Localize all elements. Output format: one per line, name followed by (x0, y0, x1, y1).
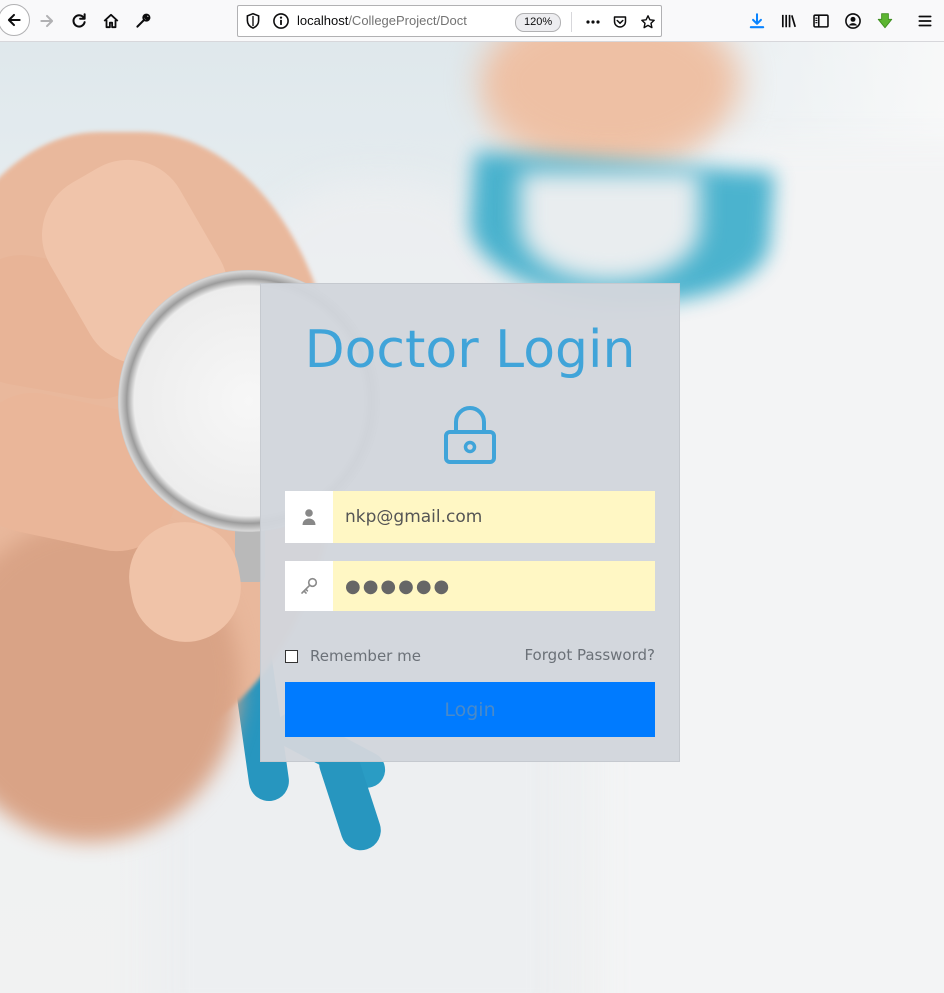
url-host: localhost (297, 13, 349, 28)
forward-button[interactable] (32, 6, 62, 36)
back-button[interactable] (0, 4, 30, 36)
reload-button[interactable] (64, 6, 94, 36)
background-shirt (520, 172, 700, 282)
password-field-group (285, 561, 655, 611)
page-viewport: Doctor Login Remember me Forgot Password… (0, 42, 944, 993)
sidebar-icon (813, 14, 829, 28)
shield-icon[interactable] (244, 12, 262, 30)
browser-toolbar: localhost/CollegeProject/Doct 120% (0, 0, 944, 42)
sidebar-button[interactable] (806, 6, 836, 36)
downloads-button[interactable] (742, 6, 772, 36)
green-download-icon (877, 13, 893, 29)
password-addon (285, 561, 333, 611)
zoom-level-badge[interactable]: 120% (515, 13, 562, 32)
user-icon (302, 509, 316, 525)
home-button[interactable] (96, 6, 126, 36)
login-button[interactable]: Login (285, 682, 655, 737)
page-actions-button[interactable] (583, 12, 603, 32)
bookmark-star-button[interactable] (638, 12, 658, 32)
star-icon (641, 15, 655, 29)
url-text[interactable]: localhost/CollegeProject/Doct (297, 13, 477, 28)
remember-me-checkbox[interactable] (285, 649, 298, 663)
url-bar[interactable]: localhost/CollegeProject/Doct 120% (237, 5, 662, 37)
remember-me[interactable]: Remember me (285, 646, 421, 666)
devtools-button[interactable] (128, 6, 158, 36)
library-button[interactable] (774, 6, 804, 36)
login-panel: Doctor Login Remember me Forgot Password… (260, 283, 680, 762)
pocket-icon (613, 16, 627, 28)
password-input[interactable] (333, 561, 655, 611)
arrow-right-icon (40, 14, 54, 28)
download-icon (749, 13, 765, 29)
background-doctor-face (480, 42, 740, 162)
wrench-icon (136, 13, 151, 28)
library-icon (781, 14, 796, 28)
reload-icon (72, 13, 86, 28)
key-icon (301, 577, 318, 594)
remember-me-label: Remember me (310, 647, 421, 665)
hamburger-menu-icon (918, 15, 932, 27)
account-icon (845, 13, 861, 29)
extension-button[interactable] (870, 6, 900, 36)
email-input[interactable] (333, 491, 655, 543)
home-icon (103, 13, 119, 29)
lock-icon (444, 406, 496, 464)
account-button[interactable] (838, 6, 868, 36)
pocket-button[interactable] (610, 12, 630, 32)
url-path: /CollegeProject/Doct (348, 13, 467, 28)
email-addon (285, 491, 333, 543)
url-separator (571, 12, 572, 32)
login-title: Doctor Login (304, 320, 636, 380)
info-icon[interactable] (272, 12, 290, 30)
arrow-left-icon (7, 13, 21, 27)
forgot-password-link[interactable]: Forgot Password? (524, 646, 655, 664)
menu-button[interactable] (910, 6, 940, 36)
more-dots-icon (586, 20, 600, 24)
email-field-group (285, 491, 655, 543)
